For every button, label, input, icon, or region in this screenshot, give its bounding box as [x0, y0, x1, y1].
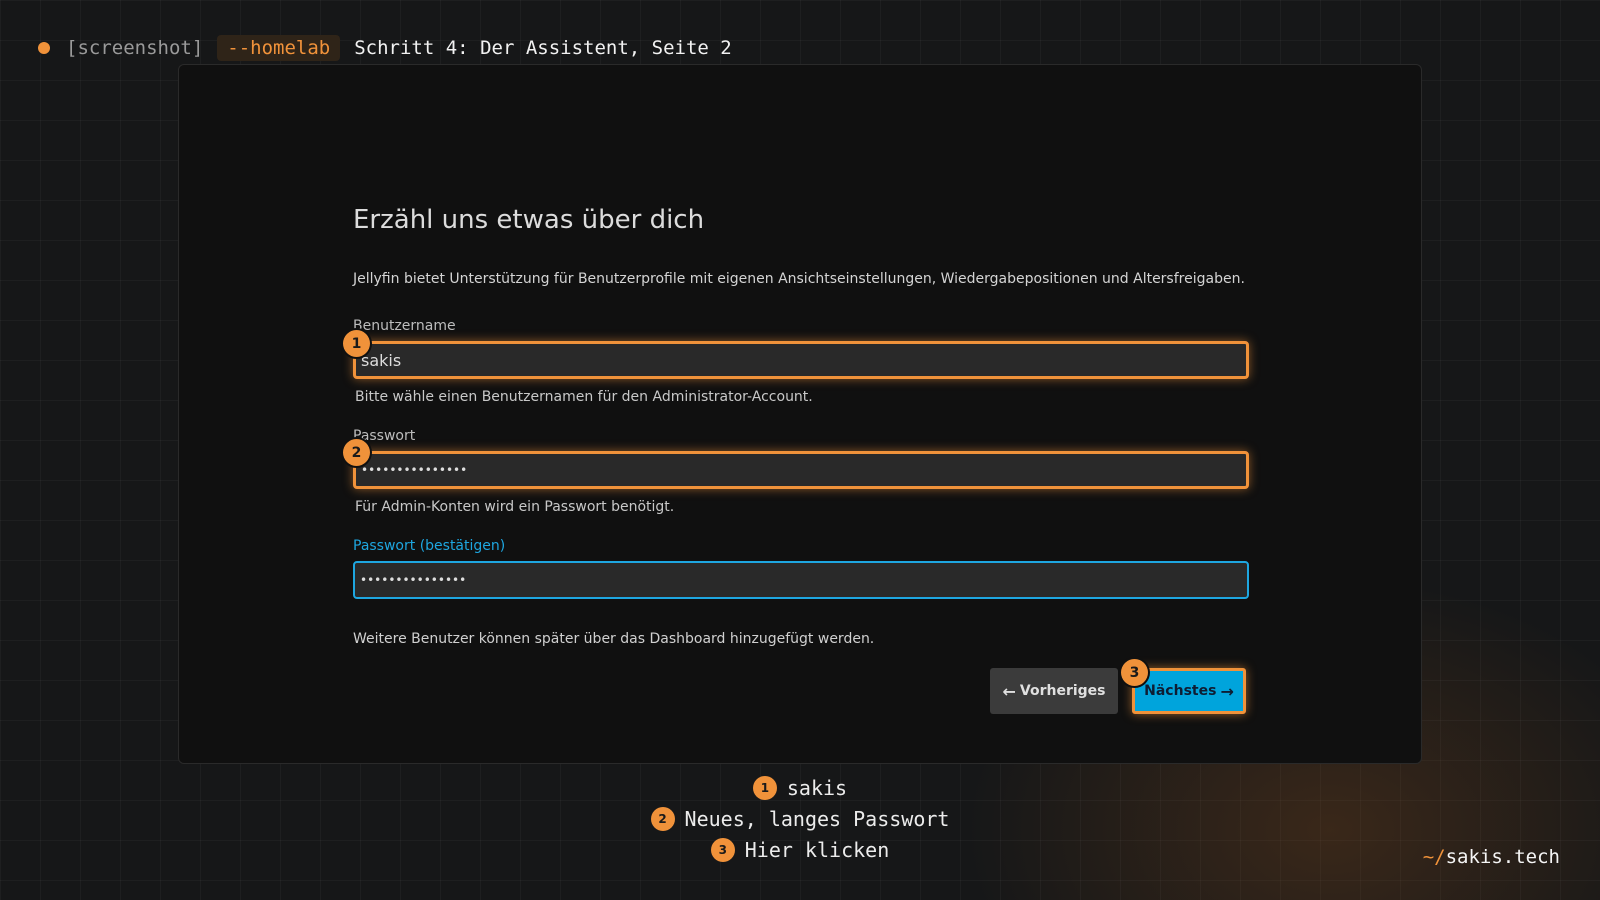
form-description: Jellyfin bietet Unterstützung für Benutz… [353, 271, 1245, 287]
header-bar: [screenshot] --homelab Schritt 4: Der As… [38, 34, 732, 62]
step-badge-1: 1 [343, 330, 370, 357]
username-label: Benutzername [353, 318, 456, 334]
password-help: Für Admin-Konten wird ein Passwort benöt… [355, 499, 675, 515]
previous-button-label: Vorheriges [1019, 683, 1106, 699]
form-title: Erzähl uns etwas über dich [353, 205, 705, 235]
next-button[interactable]: Nächstes → [1132, 668, 1246, 714]
legend-text: sakis [786, 775, 848, 800]
password-input[interactable]: ••••••••••••••• [353, 451, 1249, 489]
username-help: Bitte wähle einen Benutzernamen für den … [355, 389, 813, 405]
legend-item: 3 Hier klicken [0, 834, 1600, 865]
next-button-label: Nächstes [1144, 683, 1217, 699]
additional-users-note: Weitere Benutzer können später über das … [353, 631, 875, 647]
legend-badge: 2 [650, 806, 675, 831]
arrow-right-icon: → [1220, 681, 1234, 701]
legend-item: 1 sakis [0, 772, 1600, 803]
username-input[interactable]: sakis [353, 341, 1249, 379]
header-pill: --homelab [217, 35, 341, 61]
previous-button[interactable]: ← Vorheriges [990, 668, 1118, 714]
step-badge-2: 2 [343, 439, 370, 466]
brand-watermark: ~/sakis.tech [1423, 846, 1560, 868]
step-badge-3: 3 [1121, 659, 1148, 686]
brand-name: sakis.tech [1445, 846, 1560, 868]
username-value: sakis [361, 350, 402, 370]
legend: 1 sakis 2 Neues, langes Passwort 3 Hier … [0, 772, 1600, 865]
legend-text: Hier klicken [744, 837, 890, 862]
status-dot-icon [38, 42, 50, 54]
arrow-left-icon: ← [1002, 681, 1016, 701]
header-title: Schritt 4: Der Assistent, Seite 2 [354, 37, 732, 59]
password-confirm-label: Passwort (bestätigen) [353, 538, 506, 554]
legend-item: 2 Neues, langes Passwort [0, 803, 1600, 834]
legend-badge: 1 [752, 775, 777, 800]
password-value: ••••••••••••••• [361, 463, 468, 477]
brand-tilde: ~/ [1422, 846, 1446, 868]
password-confirm-input[interactable]: ••••••••••••••• [353, 561, 1249, 599]
password-confirm-value: ••••••••••••••• [360, 573, 467, 587]
legend-badge: 3 [710, 837, 735, 862]
wizard-card: Erzähl uns etwas über dich Jellyfin biet… [178, 64, 1422, 764]
header-tag: [screenshot] [66, 37, 204, 59]
legend-text: Neues, langes Passwort [684, 806, 950, 831]
